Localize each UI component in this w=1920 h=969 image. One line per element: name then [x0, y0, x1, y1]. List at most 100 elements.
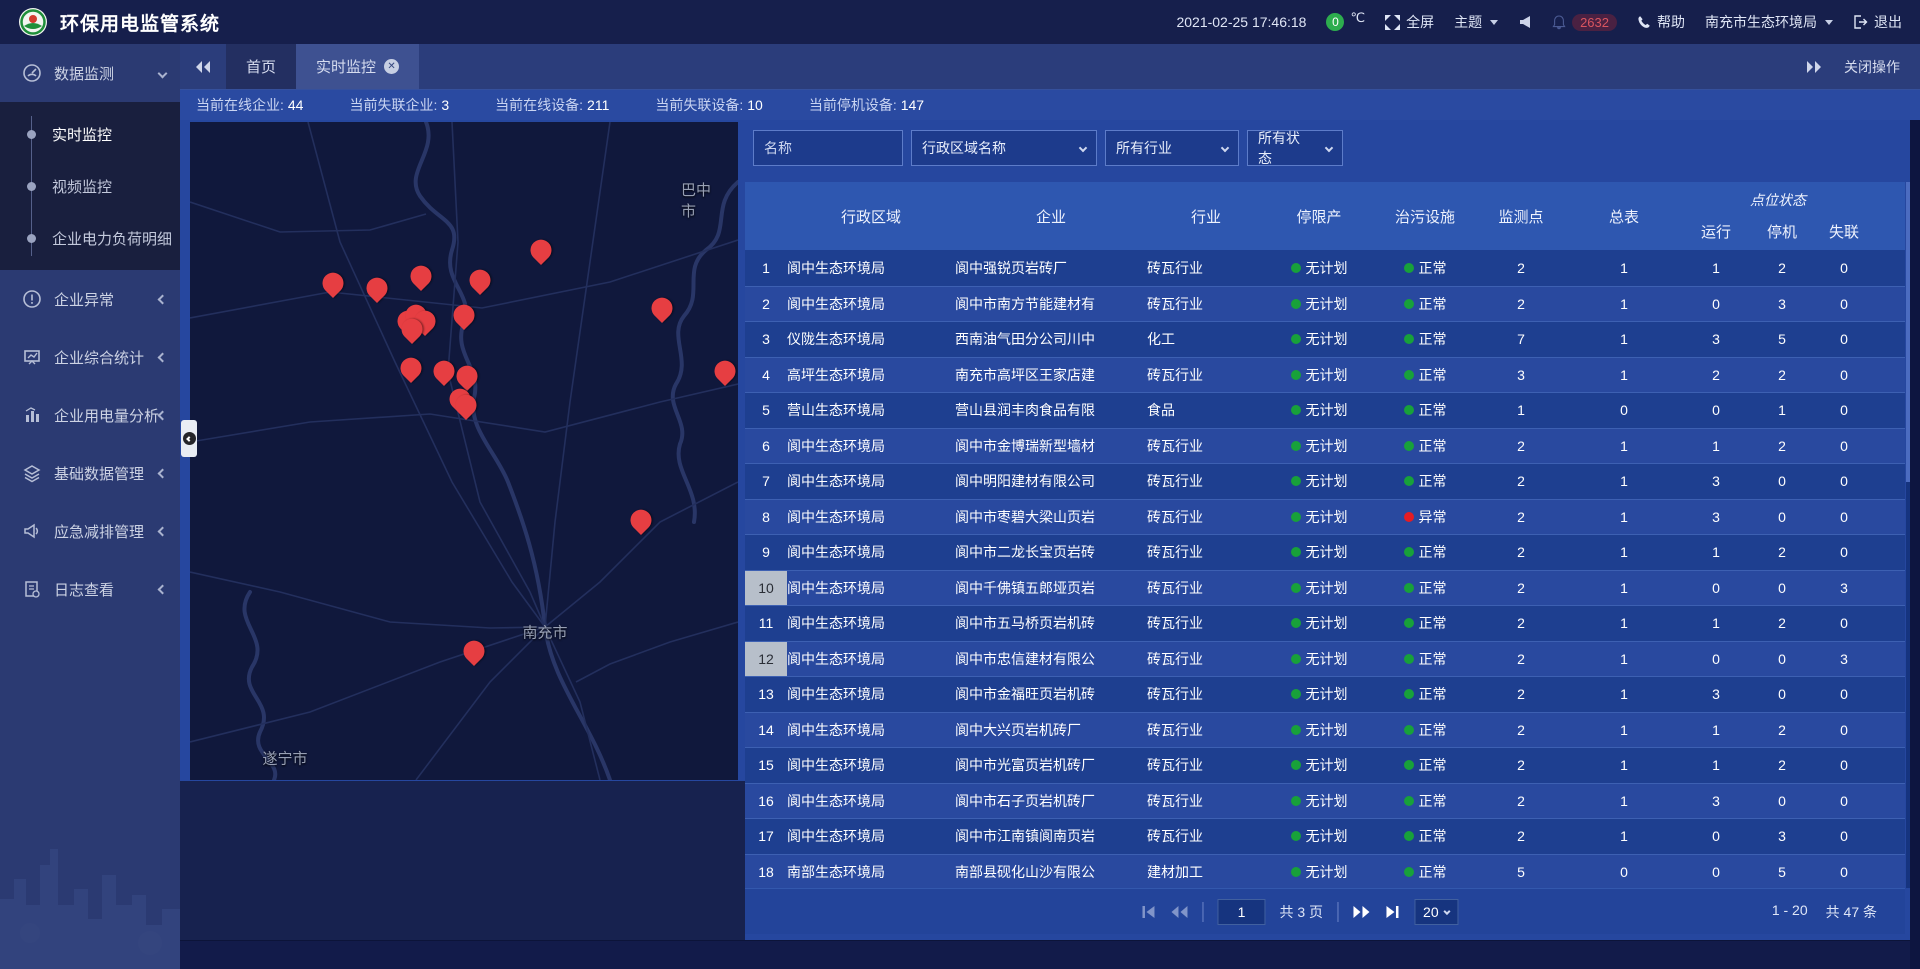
fullscreen-button[interactable]: 全屏: [1385, 12, 1434, 32]
bottom-strip: [180, 940, 1920, 969]
table-row[interactable]: 8 阆中生态环境局 阆中市枣碧大梁山页岩 砖瓦行业 无计划 异常 2 1 3 0…: [745, 499, 1905, 535]
last-page-button[interactable]: [1384, 905, 1400, 919]
status-dot-icon: [1404, 831, 1414, 841]
table-row[interactable]: 10 阆中生态环境局 阆中千佛镇五郎垭页岩 砖瓦行业 无计划 正常 2 1 0 …: [745, 570, 1905, 606]
status-dot-icon: [1404, 263, 1414, 273]
notifications-widget[interactable]: 2632: [1552, 14, 1617, 31]
sidebar-item-基础数据管理[interactable]: 基础数据管理: [0, 444, 180, 502]
filter-row: 行政区域名称 所有行业 所有状态: [753, 130, 1897, 166]
tab-close-icon[interactable]: ✕: [384, 59, 399, 74]
table-row[interactable]: 5 营山生态环境局 营山县润丰肉食品有限 食品 无计划 正常 1 0 0 1 0: [745, 392, 1905, 428]
table-row[interactable]: 13 阆中生态环境局 阆中市金福旺页岩机砖 砖瓦行业 无计划 正常 2 1 3 …: [745, 676, 1905, 712]
green-dot-icon: [1291, 654, 1301, 664]
table-row[interactable]: 7 阆中生态环境局 阆中明阳建材有限公司 砖瓦行业 无计划 正常 2 1 3 0…: [745, 463, 1905, 499]
monitor-count-cell: 5: [1477, 855, 1565, 889]
table-row[interactable]: 14 阆中生态环境局 阆中大兴页岩机砖厂 砖瓦行业 无计划 正常 2 1 1 2…: [745, 712, 1905, 748]
company-cell: 阆中市金博瑞新型墙材: [955, 429, 1147, 464]
status-dot-icon: [1404, 512, 1414, 522]
sidebar-item-label: 应急减排管理: [54, 521, 144, 542]
sidebar-item-企业综合统计[interactable]: 企业综合统计: [0, 328, 180, 386]
sidebar-item-企业用电量分析[interactable]: 企业用电量分析: [0, 386, 180, 444]
table-row[interactable]: 6 阆中生态环境局 阆中市金博瑞新型墙材 砖瓦行业 无计划 正常 2 1 1 2…: [745, 428, 1905, 464]
name-search-input[interactable]: [753, 130, 903, 166]
tabs-scroll-left-button[interactable]: [180, 44, 226, 89]
sidebar-item-日志查看[interactable]: 日志查看: [0, 560, 180, 618]
row-index-cell: 12: [745, 642, 787, 677]
sound-button[interactable]: [1518, 15, 1532, 29]
close-operations-button[interactable]: 关闭操作: [1844, 57, 1900, 77]
row-index-cell: 17: [745, 819, 787, 854]
facility-status-cell: 正常: [1373, 748, 1477, 783]
lost-count-cell: 0: [1815, 713, 1873, 748]
stop-status-cell: 无计划: [1265, 855, 1373, 889]
lost-count-cell: 3: [1815, 642, 1873, 677]
green-dot-icon: [1291, 583, 1301, 593]
table-row[interactable]: 15 阆中生态环境局 阆中市光富页岩机砖厂 砖瓦行业 无计划 正常 2 1 1 …: [745, 747, 1905, 783]
column-group-title: 点位状态: [1683, 182, 1873, 212]
table-row[interactable]: 1 阆中生态环境局 阆中强锐页岩砖厂 砖瓦行业 无计划 正常 2 1 1 2 0: [745, 250, 1905, 286]
status-dot-icon: [1404, 334, 1414, 344]
table-row[interactable]: 11 阆中生态环境局 阆中市五马桥页岩机砖 砖瓦行业 无计划 正常 2 1 1 …: [745, 605, 1905, 641]
panel-collapse-handle[interactable]: [181, 420, 197, 457]
row-index-cell: 14: [745, 713, 787, 748]
logout-button[interactable]: 退出: [1853, 12, 1902, 32]
table-row[interactable]: 16 阆中生态环境局 阆中市石子页岩机砖厂 砖瓦行业 无计划 正常 2 1 3 …: [745, 783, 1905, 819]
region-cell: 阆中生态环境局: [787, 642, 955, 677]
prev-page-button[interactable]: [1170, 905, 1188, 919]
table-row[interactable]: 12 阆中生态环境局 阆中市忠信建材有限公 砖瓦行业 无计划 正常 2 1 0 …: [745, 641, 1905, 677]
column-group-point-status: 点位状态 运行 停机 失联: [1683, 182, 1873, 250]
page-title: 环保用电监管系统: [60, 9, 220, 36]
halt-count-cell: 3: [1749, 819, 1815, 854]
table-row[interactable]: 2 阆中生态环境局 阆中市南方节能建材有 砖瓦行业 无计划 正常 2 1 0 3…: [745, 286, 1905, 322]
sidebar-subitem-实时监控[interactable]: 实时监控: [0, 108, 180, 160]
page-number-input[interactable]: [1217, 899, 1265, 925]
stop-status-cell: 无计划: [1265, 606, 1373, 641]
page-scrollbar-track[interactable]: [1910, 44, 1920, 969]
help-button[interactable]: 帮助: [1637, 12, 1685, 32]
tab-realtime-monitor[interactable]: 实时监控 ✕: [296, 44, 419, 89]
sidebar-item-应急减排管理[interactable]: 应急减排管理: [0, 502, 180, 560]
stop-status-cell: 无计划: [1265, 429, 1373, 464]
green-dot-icon: [1291, 299, 1301, 309]
stat-item: 当前失联企业:3: [349, 95, 449, 115]
sidebar-item-企业异常[interactable]: 企业异常: [0, 270, 180, 328]
stats-bar: 当前在线企业:44 当前失联企业:3 当前在线设备:211 当前失联设备:10 …: [180, 90, 1920, 120]
region-cell: 阆中生态环境局: [787, 677, 955, 712]
region-cell: 阆中生态环境局: [787, 713, 955, 748]
table-row[interactable]: 9 阆中生态环境局 阆中市二龙长宝页岩砖 砖瓦行业 无计划 正常 2 1 1 2…: [745, 534, 1905, 570]
green-dot-icon: [1291, 796, 1301, 806]
row-index-cell: 2: [745, 287, 787, 322]
industry-select[interactable]: 所有行业: [1105, 130, 1239, 166]
halt-count-cell: 2: [1749, 535, 1815, 570]
table-row[interactable]: 18 南部生态环境局 南部县砚化山沙有限公 建材加工 无计划 正常 5 0 0 …: [745, 854, 1905, 889]
bullet-dot-icon: [27, 130, 36, 139]
row-index-cell: 13: [745, 677, 787, 712]
table-row[interactable]: 17 阆中生态环境局 阆中市江南镇阆南页岩 砖瓦行业 无计划 正常 2 1 0 …: [745, 818, 1905, 854]
industry-cell: 砖瓦行业: [1147, 784, 1265, 819]
green-dot-icon: [1291, 476, 1301, 486]
tabs-scroll-right-button[interactable]: [1806, 60, 1822, 74]
page-size-select[interactable]: 20: [1414, 899, 1459, 925]
org-dropdown[interactable]: 南充市生态环境局: [1705, 12, 1833, 32]
region-select[interactable]: 行政区域名称: [911, 130, 1097, 166]
table-row[interactable]: 4 高坪生态环境局 南充市高坪区王家店建 砖瓦行业 无计划 正常 3 1 2 2…: [745, 357, 1905, 393]
map-panel[interactable]: 巴中市南充市遂宁市: [190, 122, 738, 780]
status-select[interactable]: 所有状态: [1247, 130, 1343, 166]
pagination-bar: 共 3 页 20 1 - 20 共 47 条: [745, 888, 1905, 934]
sidebar-subitem-企业电力负荷明细[interactable]: 企业电力负荷明细: [0, 212, 180, 264]
next-page-button[interactable]: [1352, 905, 1370, 919]
first-page-button[interactable]: [1140, 905, 1156, 919]
industry-cell: 砖瓦行业: [1147, 429, 1265, 464]
tab-home[interactable]: 首页: [226, 44, 296, 89]
region-cell: 南部生态环境局: [787, 855, 955, 889]
sidebar-item-数据监测[interactable]: 数据监测: [0, 44, 180, 102]
sidebar-subitem-视频监控[interactable]: 视频监控: [0, 160, 180, 212]
table-row[interactable]: 3 仪陇生态环境局 西南油气田分公司川中 化工 无计划 正常 7 1 3 5 0: [745, 321, 1905, 357]
row-index-cell: 9: [745, 535, 787, 570]
facility-status-cell: 正常: [1373, 784, 1477, 819]
region-cell: 阆中生态环境局: [787, 464, 955, 499]
sidebar-item-label: 企业用电量分析: [54, 405, 159, 426]
meter-count-cell: 1: [1565, 748, 1683, 783]
map-city-label: 遂宁市: [262, 748, 307, 769]
theme-dropdown[interactable]: 主题: [1454, 12, 1498, 32]
